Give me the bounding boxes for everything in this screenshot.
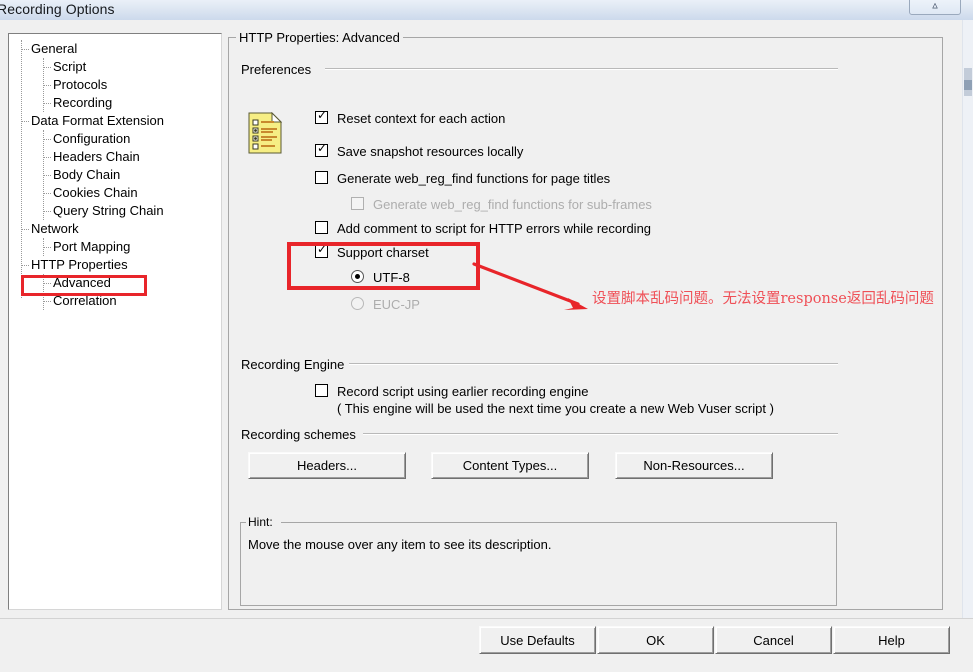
hint-border-right	[281, 522, 837, 523]
tree-item-recording[interactable]: Recording	[9, 94, 221, 112]
tree-item-label: Protocols	[53, 77, 108, 92]
option-label: Save snapshot resources locally	[337, 144, 524, 159]
option-label: Generate web_reg_find functions for page…	[337, 171, 611, 186]
option-label: Generate web_reg_find functions for sub-…	[373, 197, 652, 212]
group-border-right	[398, 37, 943, 38]
window-scrollbar[interactable]	[962, 20, 973, 618]
tree-item-body-chain[interactable]: Body Chain	[9, 166, 221, 184]
window-titlebar: Recording Options ▵	[0, 0, 973, 21]
recording-schemes-section-rule	[363, 433, 838, 435]
cancel-button-label: Cancel	[753, 633, 794, 648]
headers-button[interactable]: Headers...	[248, 452, 406, 479]
content-types-button[interactable]: Content Types...	[431, 452, 589, 479]
tree-item-label: Headers Chain	[53, 149, 140, 164]
non-resources-button-label: Non-Resources...	[643, 458, 745, 473]
window-title: Recording Options	[0, 1, 115, 17]
tree-item-port-mapping[interactable]: Port Mapping	[9, 238, 221, 256]
preferences-section-rule	[325, 68, 838, 70]
tree-item-label: Recording	[53, 95, 113, 110]
tree-item-query-string-chain[interactable]: Query String Chain	[9, 202, 221, 220]
tree-item-http-properties[interactable]: HTTP Properties	[9, 256, 221, 274]
content-types-button-label: Content Types...	[462, 458, 558, 473]
tree-item-protocols[interactable]: Protocols	[9, 76, 221, 94]
hint-group	[240, 522, 837, 606]
checkbox-add-comment-http-errors[interactable]	[315, 221, 328, 234]
collapse-chevron-icon: ▵	[932, 0, 938, 12]
checkbox-save-snapshot[interactable]: ✓	[315, 141, 328, 157]
tree-item-cookies-chain[interactable]: Cookies Chain	[9, 184, 221, 202]
help-button[interactable]: Help	[833, 626, 950, 654]
tree-item-script[interactable]: Script	[9, 58, 221, 76]
tree-item-general[interactable]: General	[9, 40, 221, 58]
tree-item-label: Body Chain	[53, 167, 121, 182]
window-collapse-button[interactable]: ▵	[909, 0, 961, 15]
options-tree-panel[interactable]: General Script Protocols Recording Data …	[8, 33, 222, 610]
recording-engine-section-rule	[349, 363, 838, 365]
ok-button[interactable]: OK	[597, 626, 714, 654]
option-label: EUC-JP	[373, 297, 420, 312]
earlier-recording-engine-note: ( This engine will be used the next time…	[337, 401, 774, 416]
tree-item-network[interactable]: Network	[9, 220, 221, 238]
option-label: Reset context for each action	[337, 111, 506, 126]
check-icon: ✓	[317, 141, 328, 155]
charset-highlight-annotation	[287, 242, 480, 290]
tree-item-data-format-extension[interactable]: Data Format Extension	[9, 112, 221, 130]
yellow-options-document-icon	[248, 112, 282, 154]
scrollbar-thumb-grip[interactable]	[964, 80, 972, 90]
cancel-button[interactable]: Cancel	[715, 626, 832, 654]
option-label: Record script using earlier recording en…	[337, 384, 589, 399]
tree-item-label: Query String Chain	[53, 203, 164, 218]
radio-eucjp	[351, 297, 364, 310]
tree-item-label: Configuration	[53, 131, 131, 146]
footer-bar: Use Defaults OK Cancel Help	[0, 619, 973, 672]
non-resources-button[interactable]: Non-Resources...	[615, 452, 773, 479]
tree-item-headers-chain[interactable]: Headers Chain	[9, 148, 221, 166]
help-button-label: Help	[878, 633, 905, 648]
annotation-text: 设置脚本乱码问题。无法设置response返回乱码问题	[592, 291, 934, 307]
group-title: HTTP Properties: Advanced	[236, 30, 403, 45]
checkbox-webregfind-page-titles[interactable]	[315, 171, 328, 184]
ok-button-label: OK	[646, 633, 665, 648]
hint-text: Move the mouse over any item to see its …	[248, 537, 552, 552]
tree-item-label: Port Mapping	[53, 239, 131, 254]
tree-item-label: Network	[31, 221, 79, 236]
headers-button-label: Headers...	[297, 458, 357, 473]
use-defaults-button[interactable]: Use Defaults	[479, 626, 596, 654]
tree-item-label: General	[31, 41, 78, 56]
tree-item-configuration[interactable]: Configuration	[9, 130, 221, 148]
hint-legend: Hint:	[246, 515, 275, 529]
group-border-left	[228, 37, 236, 38]
checkbox-earlier-recording-engine[interactable]	[315, 384, 328, 397]
tree-item-label: HTTP Properties	[31, 257, 128, 272]
tree-item-label: Data Format Extension	[31, 113, 164, 128]
use-defaults-button-label: Use Defaults	[500, 633, 575, 648]
checkbox-webregfind-sub-frames	[351, 197, 364, 210]
tree-rows: General Script Protocols Recording Data …	[9, 40, 221, 310]
option-label: Add comment to script for HTTP errors wh…	[337, 221, 652, 236]
check-icon: ✓	[317, 108, 328, 122]
checkbox-reset-context[interactable]: ✓	[315, 108, 328, 124]
advanced-highlight-annotation	[21, 275, 147, 296]
recording-engine-section-label: Recording Engine	[241, 357, 345, 372]
preferences-section-label: Preferences	[241, 62, 312, 77]
recording-schemes-section-label: Recording schemes	[241, 427, 356, 442]
dialog-client-area: General Script Protocols Recording Data …	[0, 20, 973, 672]
tree-item-label: Script	[53, 59, 87, 74]
tree-item-label: Cookies Chain	[53, 185, 138, 200]
